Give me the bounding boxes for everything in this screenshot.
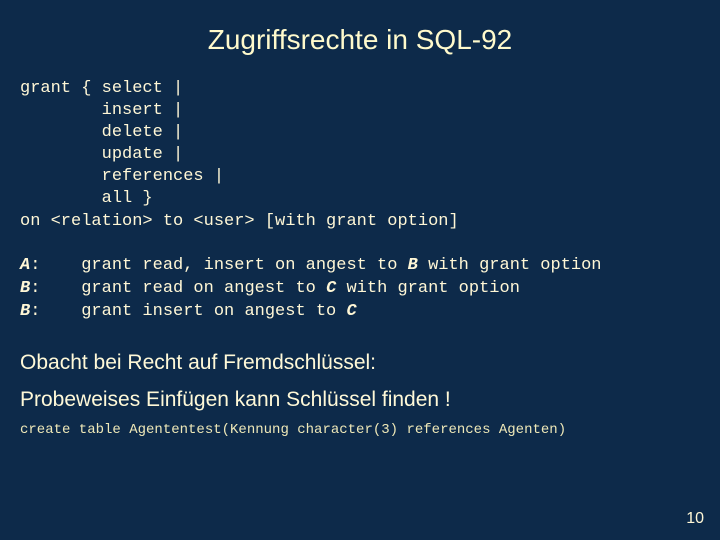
example-text: : grant read, insert on angest to bbox=[30, 256, 407, 275]
syntax-line: on <relation> to <user> [with grant opti… bbox=[20, 211, 700, 233]
example-suffix: with grant option bbox=[336, 279, 520, 298]
example-label: B bbox=[20, 279, 30, 298]
syntax-line: update | bbox=[20, 144, 700, 166]
syntax-line: all } bbox=[20, 188, 700, 210]
example-text: : grant read on angest to bbox=[30, 279, 326, 298]
example-target: C bbox=[346, 302, 356, 321]
syntax-line: references | bbox=[20, 166, 700, 188]
grant-syntax-block: grant { select | insert | delete | updat… bbox=[20, 78, 700, 233]
example-text: : grant insert on angest to bbox=[30, 302, 346, 321]
create-table-statement: create table Agententest(Kennung charact… bbox=[20, 422, 700, 438]
example-row: A: grant read, insert on angest to B wit… bbox=[20, 255, 700, 278]
syntax-line: insert | bbox=[20, 100, 700, 122]
example-row: B: grant insert on angest to C bbox=[20, 301, 700, 324]
example-row: B: grant read on angest to C with grant … bbox=[20, 278, 700, 301]
example-label: A bbox=[20, 256, 30, 275]
slide-title: Zugriffsrechte in SQL-92 bbox=[20, 24, 700, 56]
example-label: B bbox=[20, 302, 30, 321]
examples-block: A: grant read, insert on angest to B wit… bbox=[20, 255, 700, 324]
note-line: Probeweises Einfügen kann Schlüssel find… bbox=[20, 386, 700, 414]
syntax-line: delete | bbox=[20, 122, 700, 144]
syntax-line: grant { select | bbox=[20, 78, 700, 100]
example-target: C bbox=[326, 279, 336, 298]
example-target: B bbox=[408, 256, 418, 275]
note-line: Obacht bei Recht auf Fremdschlüssel: bbox=[20, 349, 700, 377]
page-number: 10 bbox=[686, 510, 704, 528]
slide: Zugriffsrechte in SQL-92 grant { select … bbox=[0, 0, 720, 438]
example-suffix: with grant option bbox=[418, 256, 602, 275]
